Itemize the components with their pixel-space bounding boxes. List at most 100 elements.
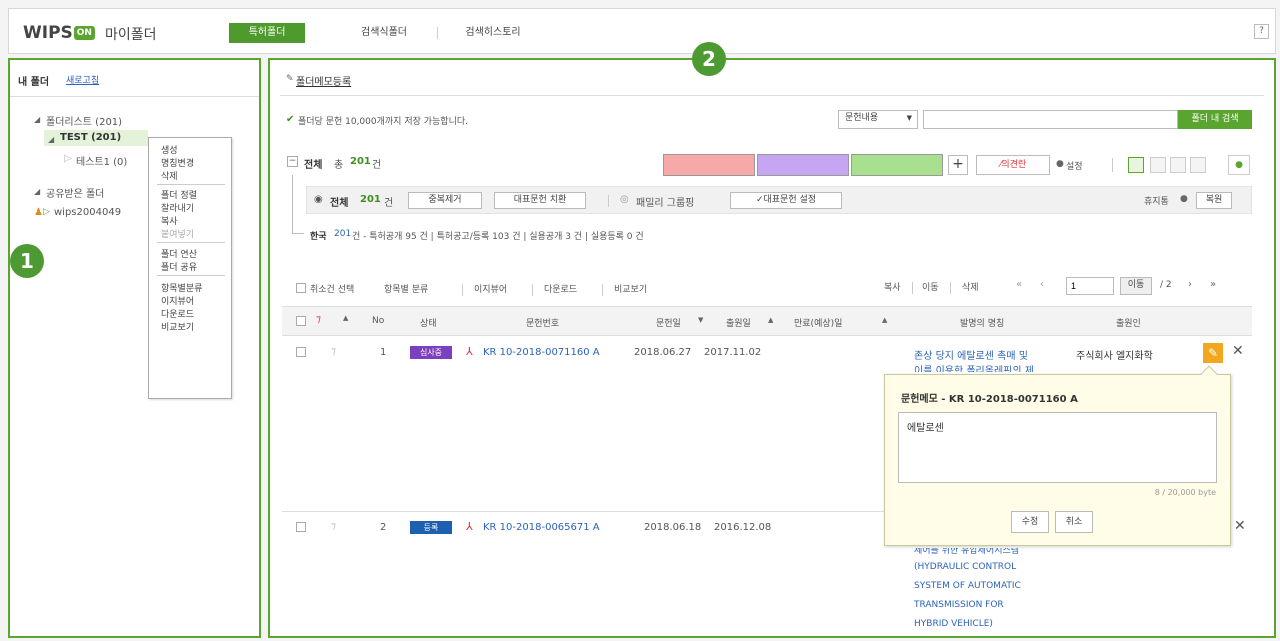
- memo-textarea[interactable]: 에탈로센: [898, 412, 1217, 483]
- color-category-purple[interactable]: [757, 154, 849, 176]
- trash-icon: ●: [1180, 194, 1188, 204]
- doc-memo-popup: 문헌메모 - KR 10-2018-0071160 A 에탈로센 8 / 20,…: [884, 365, 1231, 546]
- memo-edit-button[interactable]: 수정: [1011, 511, 1049, 533]
- menu-item-cut[interactable]: 잘라내기: [161, 201, 194, 214]
- tab-search-folder[interactable]: 검색식폴더: [345, 23, 423, 43]
- menu-item-folder-operation[interactable]: 폴더 연산: [161, 247, 197, 260]
- restore-button[interactable]: 복원: [1196, 192, 1232, 209]
- memo-cancel-button[interactable]: 취소: [1055, 511, 1093, 533]
- invention-title-link[interactable]: (HYDRAULIC CONTROL: [914, 562, 1016, 572]
- folder-memo-register-link[interactable]: 폴더메모등록: [296, 73, 351, 88]
- rep-doc-replace-button[interactable]: 대표문헌 치환: [494, 192, 586, 209]
- memo-icon[interactable]: ⁊: [331, 521, 336, 532]
- refresh-link[interactable]: 새로고침: [66, 73, 99, 86]
- menu-item-download[interactable]: 다운로드: [161, 307, 194, 320]
- col-expiry[interactable]: 만료(예상)일: [794, 316, 842, 329]
- row-checkbox[interactable]: [296, 522, 306, 532]
- sort-asc-icon[interactable]: ▲: [768, 316, 773, 324]
- remove-row-icon[interactable]: ✕: [1234, 518, 1246, 534]
- shared-folder-root[interactable]: 공유받은 폴더: [46, 185, 104, 200]
- select-all-checkbox[interactable]: [296, 316, 306, 326]
- view-mode-detail-icon[interactable]: [1150, 157, 1166, 173]
- opinion-button[interactable]: ⁄의견란: [976, 155, 1050, 175]
- collapse-icon[interactable]: −: [287, 156, 298, 167]
- menu-item-create[interactable]: 생성: [161, 143, 178, 156]
- folder-list-root[interactable]: 폴더리스트 (201): [46, 113, 122, 128]
- family-grouping-label[interactable]: 패밀리 그룹핑: [636, 194, 694, 209]
- menu-item-paste[interactable]: 붙여넣기: [161, 227, 194, 240]
- menu-item-compare[interactable]: 비교보기: [161, 320, 194, 333]
- sort-asc-icon[interactable]: ▲: [882, 316, 887, 324]
- row-checkbox[interactable]: [296, 347, 306, 357]
- folder-search-button[interactable]: 폴더 내 검색: [1178, 110, 1252, 129]
- shared-user-folder[interactable]: wips2004049: [54, 207, 121, 218]
- menu-item-copy[interactable]: 복사: [161, 214, 178, 227]
- help-button[interactable]: ?: [1254, 24, 1269, 39]
- color-category-green[interactable]: [851, 154, 943, 176]
- first-page-icon[interactable]: «: [1016, 279, 1022, 290]
- view-mode-card-icon[interactable]: [1190, 157, 1206, 173]
- dedupe-button[interactable]: 중복제거: [408, 192, 482, 209]
- pdf-icon[interactable]: ⅄: [466, 520, 473, 533]
- settings-label[interactable]: 설정: [1066, 159, 1083, 172]
- menu-item-classify[interactable]: 항목별분류: [161, 281, 202, 294]
- menu-item-rename[interactable]: 명칭변경: [161, 156, 194, 169]
- refresh-view-icon[interactable]: ●: [1228, 155, 1250, 175]
- logo-badge: ON: [73, 26, 95, 40]
- page-go-button[interactable]: 이동: [1120, 277, 1152, 295]
- invention-title-link[interactable]: SYSTEM OF AUTOMATIC: [914, 581, 1021, 591]
- radio-family[interactable]: ◎: [620, 194, 629, 205]
- delete-button[interactable]: 삭제: [962, 280, 979, 293]
- tab-patent-folder[interactable]: 특허폴더: [229, 23, 305, 43]
- invention-title-link[interactable]: HYBRID VEHICLE): [914, 619, 993, 629]
- menu-item-delete[interactable]: 삭제: [161, 169, 178, 182]
- search-scope-select[interactable]: 문헌내용 ▼: [838, 110, 918, 129]
- compare-button[interactable]: 비교보기: [614, 282, 647, 295]
- app-title: 마이폴더: [105, 27, 157, 43]
- last-page-icon[interactable]: »: [1210, 279, 1216, 290]
- view-mode-grid-icon[interactable]: [1170, 157, 1186, 173]
- folder-search-input[interactable]: [923, 110, 1178, 129]
- expand-icon[interactable]: ◢: [34, 187, 40, 196]
- expand-icon[interactable]: ◢: [48, 135, 54, 144]
- col-doc-date[interactable]: 문헌일: [656, 316, 681, 329]
- color-category-red[interactable]: [663, 154, 755, 176]
- copy-button[interactable]: 복사: [884, 280, 901, 293]
- menu-item-sort[interactable]: 폴더 정렬: [161, 188, 197, 201]
- invention-title-link[interactable]: TRANSMISSION FOR: [914, 600, 1004, 610]
- radio-all-selected[interactable]: ◉: [314, 194, 323, 205]
- classify-button[interactable]: 항목별 분류: [384, 282, 428, 295]
- remove-row-icon[interactable]: ✕: [1232, 343, 1244, 359]
- pdf-icon[interactable]: ⅄: [466, 345, 473, 358]
- memo-icon[interactable]: ⁊: [331, 346, 336, 357]
- download-button[interactable]: 다운로드: [544, 282, 577, 295]
- move-button[interactable]: 이동: [922, 280, 939, 293]
- menu-item-folder-share[interactable]: 폴더 공유: [161, 260, 197, 273]
- view-mode-list-icon[interactable]: [1128, 157, 1144, 173]
- memo-edit-icon[interactable]: ✎: [1203, 343, 1223, 363]
- sort-desc-icon[interactable]: ▼: [698, 316, 703, 324]
- sort-asc-icon[interactable]: ▲: [343, 314, 348, 322]
- col-app-date[interactable]: 출원일: [726, 316, 751, 329]
- easyviewer-button[interactable]: 이지뷰어: [474, 282, 507, 295]
- cancel-select-checkbox[interactable]: [296, 283, 306, 293]
- prev-page-icon[interactable]: ‹: [1040, 279, 1044, 290]
- limit-notice: 폴더당 문헌 10,000개까지 저장 가능합니다.: [298, 117, 468, 127]
- folder-test[interactable]: TEST (201): [60, 132, 121, 143]
- rep-doc-setting-button[interactable]: ✓대표문헌 설정: [730, 192, 842, 209]
- country-label: 한국: [310, 232, 327, 242]
- add-category-button[interactable]: +: [948, 155, 968, 175]
- expand-icon[interactable]: ◢: [34, 115, 40, 124]
- folder-test1[interactable]: 테스트1 (0): [76, 153, 127, 168]
- tab-search-history[interactable]: 검색히스토리: [449, 23, 537, 43]
- memo-sort-icon[interactable]: ⁊: [316, 314, 321, 325]
- invention-title-link[interactable]: 존상 당지 에탈로센 촉매 및: [914, 347, 1028, 362]
- doc-number-link[interactable]: KR 10-2018-0071160 A: [483, 347, 600, 358]
- doc-number-link[interactable]: KR 10-2018-0065671 A: [483, 522, 600, 533]
- settings-icon[interactable]: ●: [1056, 159, 1064, 169]
- cancel-select-label[interactable]: 취소건 선택: [310, 282, 354, 295]
- filter-all-unit: 건: [384, 198, 394, 209]
- menu-item-easyviewer[interactable]: 이지뷰어: [161, 294, 194, 307]
- page-input[interactable]: [1066, 277, 1114, 295]
- next-page-icon[interactable]: ›: [1188, 279, 1192, 290]
